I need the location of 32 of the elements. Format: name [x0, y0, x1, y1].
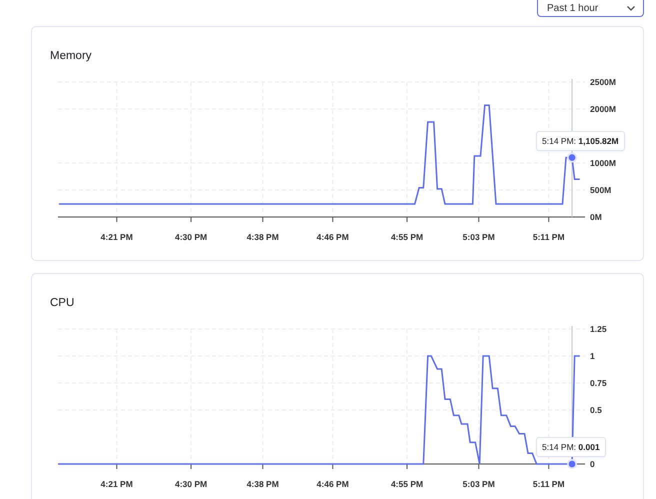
hover-point — [567, 459, 578, 469]
caret-icon — [627, 6, 635, 10]
x-axis-label: 4:46 PM — [316, 479, 349, 489]
x-axis-label: 5:11 PM — [532, 479, 565, 489]
y-axis-label: 1000M — [590, 158, 616, 168]
y-axis-label: 2500M — [590, 77, 616, 87]
x-axis-label: 4:38 PM — [246, 232, 279, 242]
x-axis-label: 4:38 PM — [246, 479, 279, 489]
hover-point — [567, 152, 578, 163]
x-axis-label: 4:30 PM — [174, 232, 208, 242]
y-axis-label: 500M — [590, 185, 612, 195]
x-axis-label: 5:11 PM — [532, 232, 565, 242]
x-axis-label: 5:03 PM — [462, 479, 495, 489]
y-axis-label: 2000M — [590, 104, 616, 114]
chart-title: CPU — [50, 296, 76, 311]
x-axis-label: 4:21 PM — [100, 232, 133, 242]
y-axis-label: 1 — [590, 351, 595, 361]
x-axis-label: 5:03 PM — [462, 232, 495, 242]
y-axis-label: 0.5 — [590, 405, 602, 415]
y-axis-label: 0.75 — [590, 378, 607, 388]
y-axis-label: 1.25 — [590, 324, 607, 334]
tooltip: 5:14 PM: 1,105.82M — [536, 130, 625, 151]
x-axis-label: 4:55 PM — [390, 232, 424, 242]
tooltip: 5:14 PM: 0.001 — [536, 437, 606, 457]
x-axis-label: 4:21 PM — [100, 479, 133, 489]
time-range-dropdown[interactable]: Past 1 hour — [537, 0, 644, 17]
x-axis-label: 4:30 PM — [174, 479, 208, 489]
chart-title: Memory — [50, 49, 93, 64]
y-axis-label: 0M — [590, 212, 602, 222]
x-axis-label: 4:55 PM — [390, 479, 424, 489]
y-axis-label: 0 — [590, 459, 595, 469]
x-axis-label: 4:46 PM — [316, 232, 349, 242]
